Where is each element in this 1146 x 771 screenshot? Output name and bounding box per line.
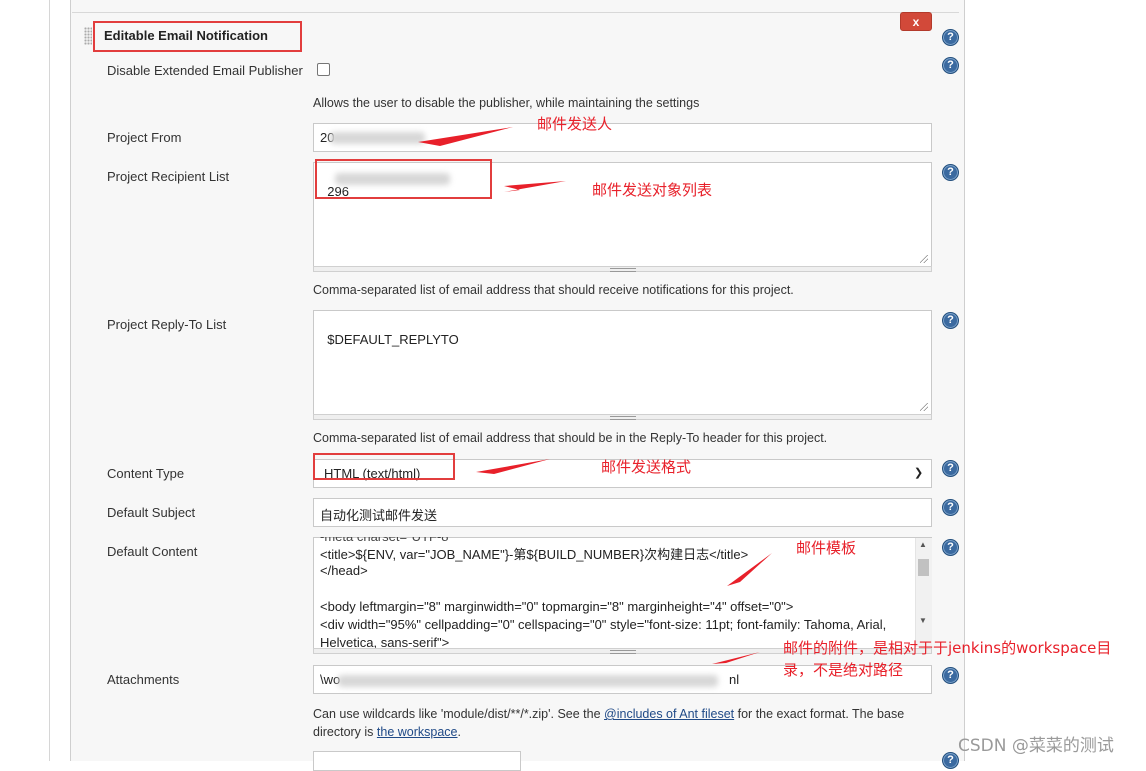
watermark: CSDN @菜菜的测试 xyxy=(958,736,1114,756)
annotation-format: 邮件发送格式 xyxy=(601,458,692,476)
arrow-format xyxy=(476,459,550,474)
arrow-recipients xyxy=(504,181,566,192)
annotation-attachments-1: 邮件的附件，是相对于于jenkins的workspace目 xyxy=(783,639,1112,657)
arrow-attachments xyxy=(712,652,760,664)
arrow-template xyxy=(727,553,772,586)
annotation-attachments-2: 录，不是绝对路径 xyxy=(783,661,904,679)
annotation-template: 邮件模板 xyxy=(796,539,857,557)
arrow-sender xyxy=(418,127,513,146)
annotation-recipients: 邮件发送对象列表 xyxy=(592,181,713,199)
annotation-sender: 邮件发送人 xyxy=(537,115,613,133)
